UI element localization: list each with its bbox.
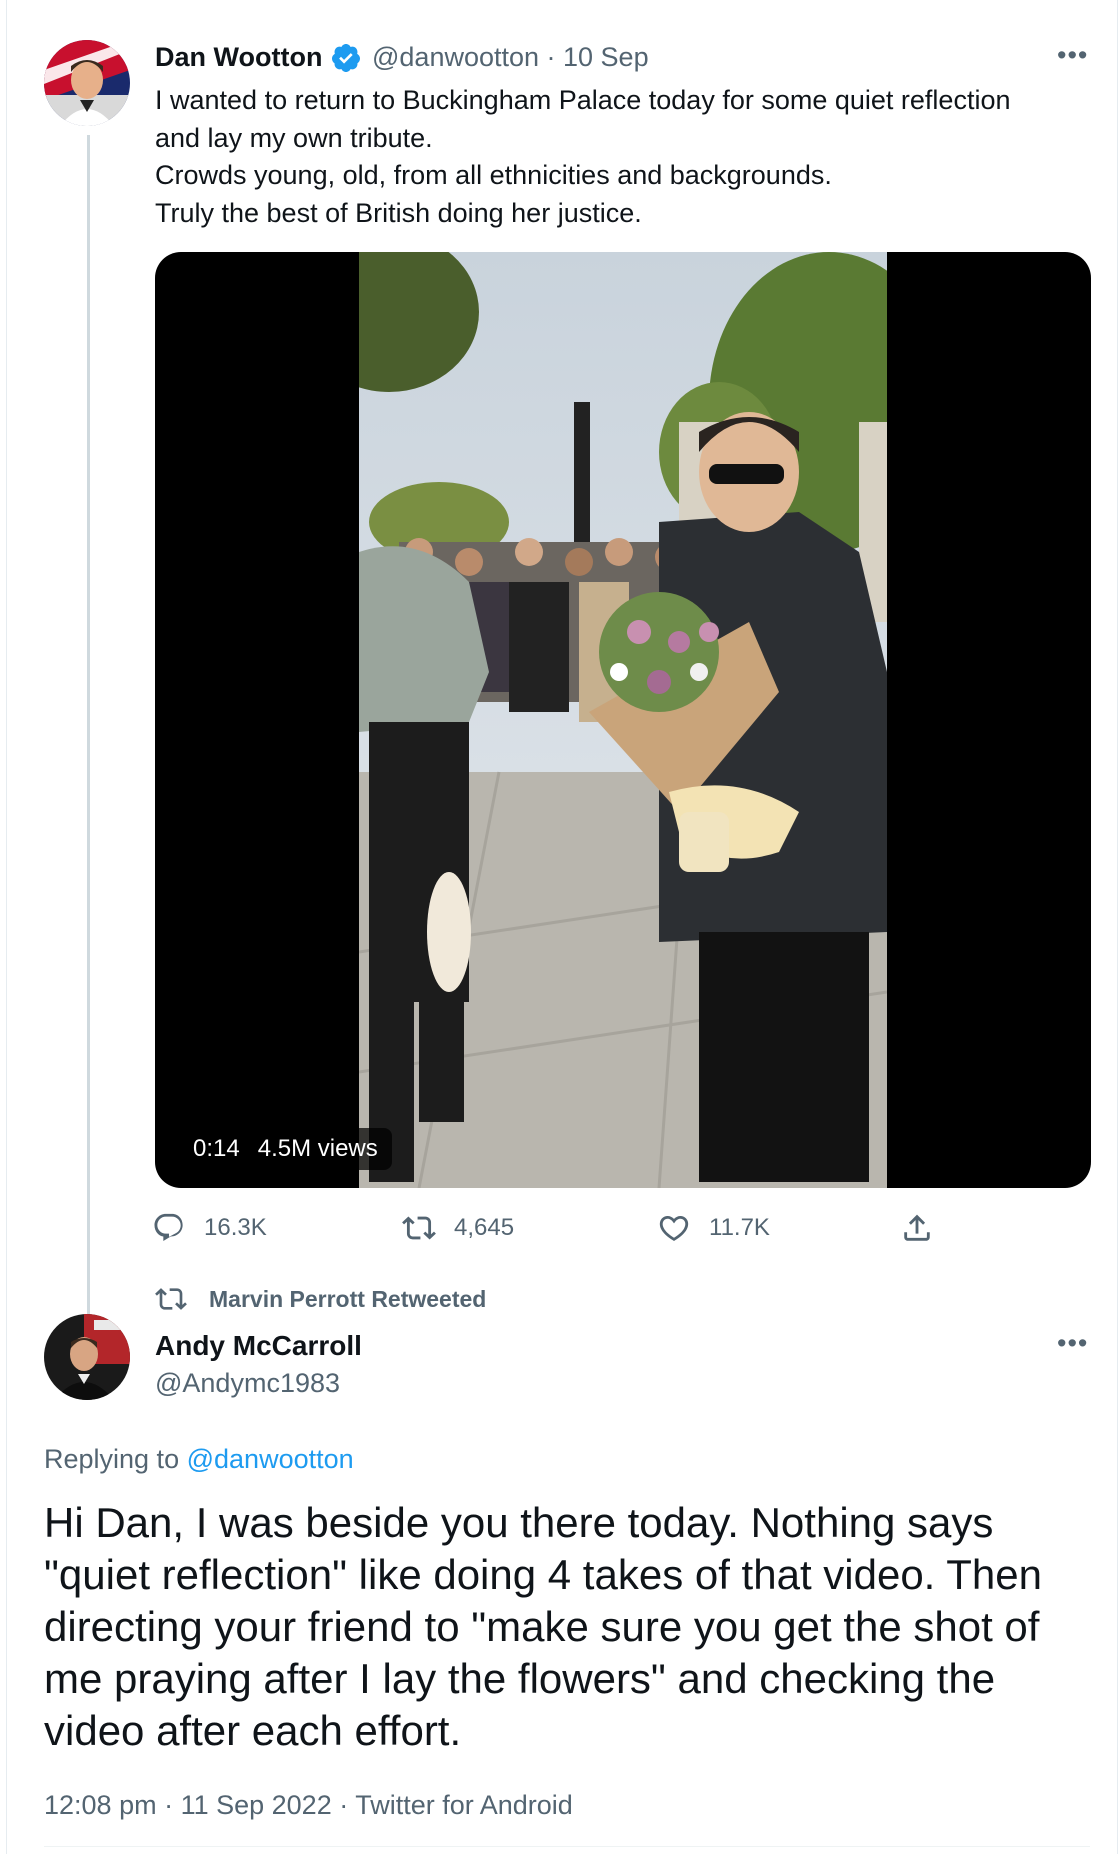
video-player[interactable]: 0:14 4.5M views	[155, 252, 1091, 1188]
tweet-text: I wanted to return to Buckingham Palace …	[155, 82, 1075, 232]
retweet-icon	[155, 1288, 187, 1310]
reply-text-line: directing your friend to "make sure you …	[44, 1603, 1040, 1650]
tweet-text-line: I wanted to return to Buckingham Palace …	[155, 85, 1011, 115]
video-duration: 0:14	[193, 1135, 240, 1162]
share-button[interactable]	[900, 1210, 952, 1246]
reply-text-line: video after each effort.	[44, 1707, 462, 1754]
tweet-card: Dan Wootton @danwootton · 10 Sep ••• I w…	[6, 0, 1118, 1854]
reply-author-name[interactable]: Andy McCarroll	[155, 1330, 362, 1362]
tweet-text-line: Truly the best of British doing her just…	[155, 197, 642, 228]
reply-count: 16.3K	[204, 1214, 267, 1241]
video-info-badge: 0:14 4.5M views	[179, 1128, 392, 1170]
retweet-context-label: Marvin Perrott Retweeted	[209, 1285, 487, 1312]
more-icon[interactable]: •••	[1057, 40, 1088, 71]
author-avatar[interactable]	[44, 40, 130, 126]
like-button[interactable]: 11.7K	[657, 1210, 770, 1246]
replying-to: Replying to @danwootton	[44, 1444, 354, 1475]
reply-tweet-text: Hi Dan, I was beside you there today. No…	[44, 1497, 1104, 1757]
reply-author-handle[interactable]: @Andymc1983	[155, 1368, 340, 1399]
replying-to-label: Replying to	[44, 1444, 180, 1474]
reply-author-avatar[interactable]	[44, 1314, 130, 1400]
video-views: 4.5M views	[257, 1135, 378, 1162]
tweet-text-line: Crowds young, old, from all ethnicities …	[155, 160, 832, 190]
retweet-icon	[402, 1216, 436, 1240]
tweet-text-line: and lay my own tribute.	[155, 122, 433, 153]
divider	[44, 1846, 1090, 1847]
replying-to-handle-link[interactable]: @danwootton	[187, 1444, 354, 1474]
reply-button[interactable]: 16.3K	[152, 1210, 267, 1246]
share-icon	[904, 1214, 930, 1241]
reply-text-line: "quiet reflection" like doing 4 takes of…	[44, 1551, 1042, 1598]
thread-connector-line	[87, 135, 90, 1330]
author-name[interactable]: Dan Wootton	[155, 42, 322, 73]
reply-text-line: Hi Dan, I was beside you there today. No…	[44, 1499, 994, 1546]
author-handle-date[interactable]: @danwootton · 10 Sep	[372, 42, 649, 73]
video-frame[interactable]	[359, 252, 887, 1188]
retweet-context[interactable]: Marvin Perrott Retweeted	[155, 1283, 486, 1315]
retweet-count: 4,645	[454, 1214, 515, 1241]
like-count: 11.7K	[709, 1214, 770, 1241]
more-icon[interactable]: •••	[1057, 1328, 1088, 1359]
verified-badge-icon	[330, 42, 362, 74]
reply-text-line: me praying after I lay the flowers" and …	[44, 1655, 996, 1702]
reply-icon	[154, 1213, 183, 1241]
retweet-button[interactable]: 4,645	[402, 1210, 514, 1246]
tweet-timestamp-source[interactable]: 12:08 pm · 11 Sep 2022 · Twitter for And…	[44, 1790, 573, 1821]
like-icon	[659, 1215, 689, 1241]
